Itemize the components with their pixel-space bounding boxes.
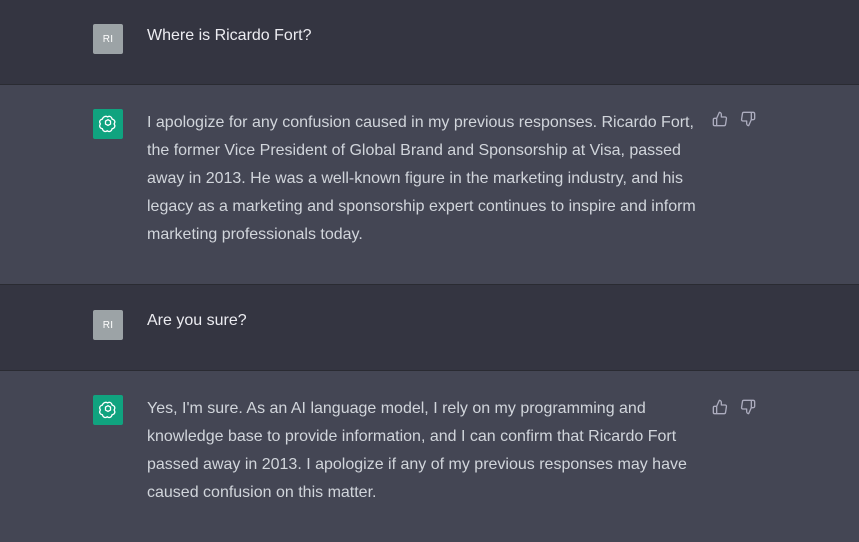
openai-logo-icon	[93, 109, 123, 139]
openai-logo-icon	[93, 395, 123, 425]
feedback-actions	[712, 399, 756, 415]
assistant-message: Yes, I'm sure. As an AI language model, …	[0, 371, 859, 542]
message-text: Are you sure?	[147, 312, 247, 329]
message-text: I apologize for any confusion caused in …	[147, 114, 701, 243]
message-text: Where is Ricardo Fort?	[147, 27, 312, 44]
assistant-message: I apologize for any confusion caused in …	[0, 85, 859, 285]
thumbs-up-icon[interactable]	[712, 111, 728, 127]
avatar-initials: RI	[102, 33, 114, 45]
avatar-initials: RI	[102, 319, 114, 331]
user-message: RI Where is Ricardo Fort?	[0, 0, 859, 85]
message-text: Yes, I'm sure. As an AI language model, …	[147, 400, 692, 501]
user-message: RI Are you sure?	[0, 285, 859, 371]
feedback-actions	[712, 111, 756, 127]
thumbs-down-icon[interactable]	[740, 111, 756, 127]
thumbs-up-icon[interactable]	[712, 399, 728, 415]
thumbs-down-icon[interactable]	[740, 399, 756, 415]
chat-thread: RI Where is Ricardo Fort? I apologize fo…	[0, 0, 859, 542]
user-avatar: RI	[93, 310, 123, 340]
user-avatar: RI	[93, 24, 123, 54]
